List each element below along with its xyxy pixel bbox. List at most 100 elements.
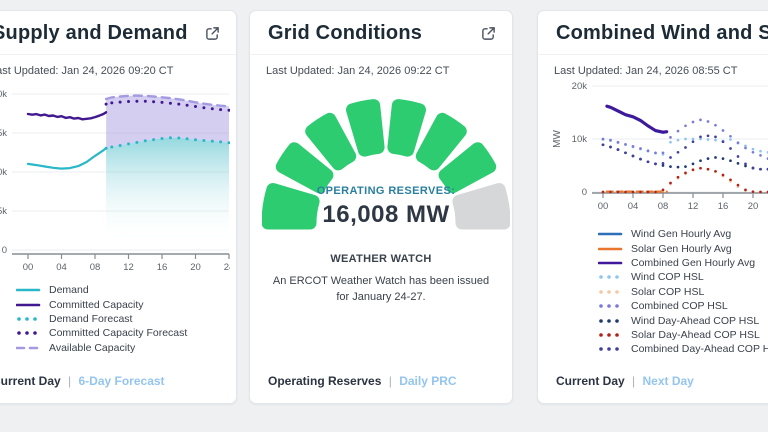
combined-wind-solar-card: Combined Wind and Solar Last Updated: Ja… — [537, 10, 768, 404]
weather-watch-message: An ERCOT Weather Watch has been issued f… — [272, 274, 491, 306]
svg-text:08: 08 — [90, 262, 101, 273]
supply-demand-chart: 00040812162024100k75k50k25k0 — [0, 81, 230, 277]
footer-separator: | — [68, 374, 71, 388]
legend-label: Solar Day-Ahead COP HSL — [631, 329, 760, 341]
legend-label: Committed Capacity Forecast — [49, 327, 187, 339]
operating-reserves-value: 16,008 MW — [262, 201, 510, 229]
external-link-icon[interactable] — [205, 26, 220, 41]
supply-demand-footer: Current Day | 6-Day Forecast — [0, 364, 236, 403]
legend-label: Solar Gen Hourly Avg — [631, 243, 732, 255]
footer-separator: | — [389, 374, 392, 388]
svg-text:10k: 10k — [572, 134, 588, 145]
legend-swatch — [598, 345, 624, 353]
svg-text:20: 20 — [748, 201, 759, 212]
legend-label: Wind Gen Hourly Avg — [631, 228, 731, 240]
legend-swatch — [16, 315, 42, 323]
svg-text:24: 24 — [224, 262, 230, 273]
grid-conditions-tab-operating-reserves[interactable]: Operating Reserves — [268, 374, 381, 388]
grid-conditions-title: Grid Conditions — [268, 22, 422, 45]
svg-text:08: 08 — [658, 201, 669, 212]
grid-conditions-tab-daily-prc[interactable]: Daily PRC — [399, 374, 456, 388]
legend-item: Wind Day-Ahead COP HSL — [598, 313, 768, 327]
legend-label: Combined Day-Ahead COP HSL — [631, 343, 768, 355]
supply-demand-legend: Demand Committed Capacity Demand Forecast C… — [16, 283, 224, 355]
svg-text:00: 00 — [23, 262, 34, 273]
legend-item: Solar Gen Hourly Avg — [598, 241, 768, 255]
grid-conditions-header: Grid Conditions — [250, 11, 512, 55]
weather-watch-title: WEATHER WATCH — [262, 253, 500, 265]
legend-label: Solar COP HSL — [631, 286, 704, 298]
supply-demand-last-updated: Last Updated: Jan 24, 2026 09:20 CT — [0, 65, 224, 77]
svg-text:04: 04 — [628, 201, 639, 212]
legend-item: Wind Gen Hourly Avg — [598, 227, 768, 241]
svg-text:25k: 25k — [0, 206, 7, 217]
supply-demand-title: Supply and Demand — [0, 22, 188, 45]
legend-item: Demand — [16, 283, 224, 297]
svg-text:04: 04 — [56, 262, 67, 273]
legend-swatch — [16, 301, 42, 309]
combined-wind-solar-chart: 0004081216202420k10k0MW — [550, 81, 768, 217]
grid-conditions-last-updated: Last Updated: Jan 24, 2026 09:22 CT — [266, 65, 500, 77]
svg-text:100k: 100k — [0, 89, 7, 100]
footer-separator: | — [632, 374, 635, 388]
external-link-icon[interactable] — [481, 26, 496, 41]
legend-swatch — [598, 273, 624, 281]
legend-swatch — [598, 317, 624, 325]
svg-text:00: 00 — [598, 201, 609, 212]
legend-item: Demand Forecast — [16, 312, 224, 326]
legend-swatch — [16, 329, 42, 337]
legend-swatch — [598, 302, 624, 310]
combined-wind-solar-tab-current-day[interactable]: Current Day — [556, 374, 625, 388]
legend-swatch — [598, 259, 624, 267]
supply-demand-tab-6-day-forecast[interactable]: 6-Day Forecast — [79, 374, 165, 388]
legend-label: Committed Capacity — [49, 299, 144, 311]
supply-demand-body: Last Updated: Jan 24, 2026 09:20 CT 00 04… — [0, 55, 236, 364]
svg-text:20: 20 — [190, 262, 201, 273]
legend-swatch — [598, 230, 624, 238]
legend-swatch — [16, 286, 42, 294]
legend-label: Combined COP HSL — [631, 300, 728, 312]
legend-label: Wind COP HSL — [631, 271, 704, 283]
svg-text:MW: MW — [552, 130, 563, 148]
combined-wind-solar-title: Combined Wind and Solar — [556, 22, 768, 45]
legend-swatch — [16, 344, 42, 352]
legend-item: Combined Day-Ahead COP HSL — [598, 342, 768, 356]
legend-label: Combined Gen Hourly Avg — [631, 257, 755, 269]
grid-conditions-card: Grid Conditions Last Updated: Jan 24, 20… — [249, 10, 513, 404]
legend-item: Committed Capacity Forecast — [16, 326, 224, 340]
ercot-dashboard: { "page": { "colors": { "link_blue": "#9… — [0, 0, 768, 432]
svg-text:12: 12 — [688, 201, 699, 212]
supply-demand-card: Supply and Demand Last Updated: Jan 24, … — [0, 10, 237, 404]
legend-item: Combined Gen Hourly Avg — [598, 256, 768, 270]
combined-wind-solar-last-updated: Last Updated: Jan 24, 2026 08:55 CT — [554, 65, 768, 77]
legend-swatch — [598, 288, 624, 296]
svg-text:20k: 20k — [572, 81, 588, 92]
legend-label: Wind Day-Ahead COP HSL — [631, 315, 759, 327]
supply-demand-header: Supply and Demand — [0, 11, 236, 55]
combined-wind-solar-body: Last Updated: Jan 24, 2026 08:55 CT 00 04… — [538, 55, 768, 364]
operating-reserves-gauge: OPERATING RESERVES: 16,008 MW — [262, 93, 510, 233]
combined-wind-solar-header: Combined Wind and Solar — [538, 11, 768, 55]
combined-wind-solar-tab-next-day[interactable]: Next Day — [643, 374, 694, 388]
svg-text:12: 12 — [123, 262, 134, 273]
legend-item: Combined COP HSL — [598, 299, 768, 313]
legend-item: Available Capacity — [16, 341, 224, 355]
svg-text:75k: 75k — [0, 128, 7, 139]
legend-swatch — [598, 245, 624, 253]
legend-label: Available Capacity — [49, 342, 135, 354]
legend-item: Wind COP HSL — [598, 270, 768, 284]
legend-item: Solar COP HSL — [598, 285, 768, 299]
legend-label: Demand — [49, 284, 89, 296]
legend-swatch — [598, 331, 624, 339]
operating-reserves-label: OPERATING RESERVES: — [262, 185, 510, 197]
svg-text:16: 16 — [157, 262, 168, 273]
svg-text:16: 16 — [718, 201, 729, 212]
svg-text:0: 0 — [2, 245, 7, 256]
legend-label: Demand Forecast — [49, 313, 132, 325]
legend-item: Solar Day-Ahead COP HSL — [598, 328, 768, 342]
legend-item: Committed Capacity — [16, 297, 224, 311]
grid-conditions-footer: Operating Reserves | Daily PRC — [250, 364, 512, 403]
supply-demand-tab-current-day[interactable]: Current Day — [0, 374, 61, 388]
combined-wind-solar-footer: Current Day | Next Day — [538, 364, 768, 403]
svg-text:0: 0 — [582, 187, 587, 198]
